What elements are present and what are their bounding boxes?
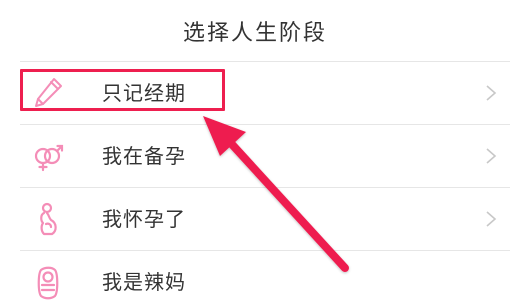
option-pregnant[interactable]: 我怀孕了	[0, 188, 510, 250]
option-new-mom[interactable]: 我是辣妈	[0, 251, 510, 303]
option-trying-to-conceive[interactable]: 我在备孕	[0, 125, 510, 187]
option-label: 我是辣妈	[102, 270, 186, 294]
option-label: 我在备孕	[102, 144, 186, 168]
highlight-box	[20, 69, 225, 111]
page-header: 选择人生阶段	[0, 0, 510, 60]
gender-symbols-icon	[30, 138, 66, 174]
page-title: 选择人生阶段	[182, 21, 327, 46]
baby-icon	[30, 264, 66, 300]
pregnant-woman-icon	[30, 201, 66, 237]
chevron-right-icon	[484, 146, 498, 166]
chevron-right-icon	[484, 209, 498, 229]
option-label: 我怀孕了	[102, 207, 186, 231]
chevron-right-icon	[484, 83, 498, 103]
